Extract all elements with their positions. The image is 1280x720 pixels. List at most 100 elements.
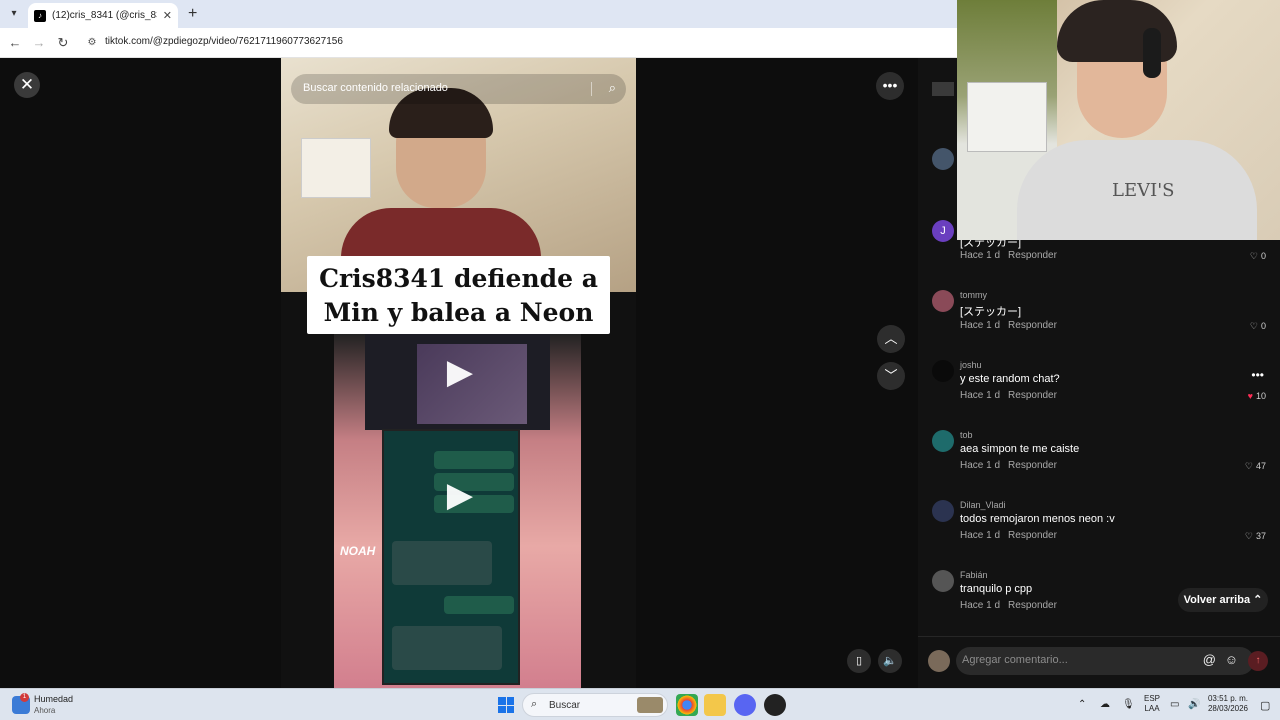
taskbar: 1 Humedad Ahora ⌕ Buscar ⌃ ☁ 🎙 ESP LAA ▭… bbox=[0, 688, 1280, 720]
chrome-icon[interactable] bbox=[676, 694, 698, 716]
play-icon[interactable]: ▶ bbox=[443, 355, 477, 389]
next-video-button[interactable]: ﹀ bbox=[877, 362, 905, 390]
language-indicator[interactable]: ESP LAA bbox=[1144, 694, 1160, 714]
comment-text: y este random chat? bbox=[960, 373, 1060, 385]
close-tab-icon[interactable]: ✕ bbox=[163, 9, 172, 22]
comment-time: Hace 1 d bbox=[960, 390, 1001, 401]
reply-button[interactable]: Responder bbox=[1008, 600, 1057, 611]
chat-bubble bbox=[434, 451, 514, 469]
comment-placeholder: Agregar comentario... bbox=[962, 654, 1068, 666]
video-player[interactable]: Buscar contenido relacionado ⌕ NOAH Cris… bbox=[281, 58, 636, 688]
mention-icon[interactable]: @ bbox=[1203, 652, 1216, 667]
back-icon[interactable]: ← bbox=[6, 34, 24, 52]
comment-text: tranquilo p cpp bbox=[960, 583, 1033, 595]
send-comment-button[interactable]: ↑ bbox=[1248, 651, 1268, 671]
like-button[interactable]: ♡ 0 bbox=[1250, 251, 1266, 262]
new-tab-button[interactable]: + bbox=[188, 5, 197, 23]
reply-button[interactable]: Responder bbox=[1008, 530, 1057, 541]
weather-title[interactable]: Humedad bbox=[34, 694, 73, 704]
comment-meta: Hace 1 d Responder bbox=[960, 320, 1057, 331]
reply-button[interactable]: Responder bbox=[1008, 320, 1057, 331]
comment-username[interactable]: tommy bbox=[960, 290, 987, 300]
comment-meta: Hace 1 d Responder bbox=[960, 460, 1057, 471]
comment-avatar[interactable] bbox=[932, 290, 954, 312]
keyboard-layout: LAA bbox=[1144, 704, 1160, 713]
tab-list-icon[interactable]: ▾ bbox=[6, 6, 22, 22]
like-count: 10 bbox=[1255, 391, 1266, 401]
comment-avatar[interactable] bbox=[932, 570, 954, 592]
heart-filled-icon: ♥ bbox=[1247, 391, 1253, 401]
video-caption: Cris8341 defiende a Min y balea a Neon bbox=[307, 256, 610, 334]
pip-icon[interactable]: ▯ bbox=[847, 649, 871, 673]
comment-username[interactable]: Dilan_Vladi bbox=[960, 500, 1006, 510]
like-button[interactable]: ♡ 37 bbox=[1245, 531, 1266, 542]
comment-username[interactable]: tob bbox=[960, 430, 973, 440]
heart-icon: ♡ bbox=[1249, 321, 1258, 331]
emoji-icon[interactable]: ☺ bbox=[1225, 652, 1238, 667]
chat-bubble bbox=[444, 596, 514, 614]
add-comment-bar: Agregar comentario... @ ☺ ↑ bbox=[918, 636, 1280, 688]
system-clock[interactable]: 03:51 p. m. 28/03/2026 bbox=[1206, 694, 1248, 714]
comment-options-icon[interactable]: ••• bbox=[1251, 368, 1264, 382]
comment-avatar[interactable] bbox=[932, 360, 954, 382]
comment-item: tommy [ステッカー] Hace 1 d Responder ♡ 0 bbox=[932, 290, 1272, 352]
comment-time: Hace 1 d bbox=[960, 600, 1001, 611]
comment-username[interactable]: joshu bbox=[960, 360, 982, 370]
forward-icon[interactable]: → bbox=[30, 34, 48, 52]
comment-item: joshu y este random chat? Hace 1 d Respon… bbox=[932, 360, 1272, 422]
browser-tab[interactable]: ♪ (12)cris_8341 (@cris_8341) | Tik ✕ bbox=[28, 3, 178, 28]
chat-bubble bbox=[392, 541, 492, 585]
reply-button[interactable]: Responder bbox=[1008, 390, 1057, 401]
search-icon[interactable]: ⌕ bbox=[609, 80, 616, 96]
more-options-button[interactable]: ••• bbox=[876, 72, 904, 100]
comment-avatar bbox=[932, 82, 954, 96]
play-icon[interactable]: ▶ bbox=[443, 478, 477, 512]
avatar-letter: J bbox=[940, 225, 946, 237]
comment-time: Hace 1 d bbox=[960, 320, 1001, 331]
caption-line-2: Min y balea a Neon bbox=[323, 298, 594, 327]
reply-button[interactable]: Responder bbox=[1008, 250, 1057, 261]
noah-overlay-label: NOAH bbox=[340, 544, 376, 558]
tray-chevron-icon[interactable]: ⌃ bbox=[1078, 699, 1086, 710]
caption-line-1: Cris8341 defiende a bbox=[319, 264, 598, 293]
comment-text: [ステッカー] bbox=[960, 306, 1022, 318]
webcam-calendar bbox=[967, 82, 1047, 152]
app-icon[interactable] bbox=[764, 694, 786, 716]
comment-input[interactable]: Agregar comentario... @ ☺ bbox=[956, 647, 1254, 675]
reload-icon[interactable]: ↻ bbox=[54, 34, 72, 52]
comment-avatar[interactable]: J bbox=[932, 220, 954, 242]
related-search-bar[interactable]: Buscar contenido relacionado ⌕ bbox=[291, 74, 626, 104]
comment-username[interactable]: Fabián bbox=[960, 570, 988, 580]
discord-icon[interactable] bbox=[734, 694, 756, 716]
screen: ▾ ♪ (12)cris_8341 (@cris_8341) | Tik ✕ +… bbox=[0, 0, 1280, 720]
like-button[interactable]: ♡ 0 bbox=[1250, 321, 1266, 332]
comment-item: tob aea simpon te me caiste Hace 1 d Resp… bbox=[932, 430, 1272, 492]
heart-icon: ♡ bbox=[1244, 531, 1253, 541]
search-icon: ⌕ bbox=[531, 698, 538, 710]
speaker-icon[interactable]: 🔊 bbox=[1188, 699, 1200, 710]
chat-screenshot bbox=[382, 429, 520, 685]
like-button[interactable]: ♥ 10 bbox=[1248, 391, 1266, 401]
taskbar-search[interactable]: ⌕ Buscar bbox=[522, 693, 668, 717]
windows-start-icon[interactable] bbox=[498, 697, 514, 713]
close-video-button[interactable]: ✕ bbox=[14, 72, 40, 98]
volume-icon[interactable]: 🔈 bbox=[878, 649, 902, 673]
comment-avatar[interactable] bbox=[932, 500, 954, 522]
tiktok-icon: ♪ bbox=[34, 9, 46, 22]
previous-video-button[interactable]: ︿ bbox=[877, 325, 905, 353]
reply-button[interactable]: Responder bbox=[1008, 460, 1057, 471]
related-search-placeholder: Buscar contenido relacionado bbox=[303, 82, 448, 94]
site-info-icon[interactable]: ⚙ bbox=[85, 36, 99, 50]
network-icon[interactable]: ▭ bbox=[1170, 699, 1179, 710]
heart-icon: ♡ bbox=[1249, 251, 1258, 261]
like-button[interactable]: ♡ 47 bbox=[1245, 461, 1266, 472]
like-count: 0 bbox=[1260, 321, 1266, 331]
notification-badge: 1 bbox=[20, 693, 29, 702]
folder-icon[interactable] bbox=[704, 694, 726, 716]
microphone-icon[interactable]: 🎙 bbox=[1122, 699, 1135, 710]
notifications-icon[interactable]: ▢ bbox=[1260, 699, 1270, 712]
url-field[interactable]: tiktok.com/@zpdiegozp/video/762171196077… bbox=[105, 36, 343, 47]
back-to-top-button[interactable]: Volver arriba ⌃ bbox=[1178, 588, 1268, 612]
comment-avatar[interactable] bbox=[932, 430, 954, 452]
cloud-icon[interactable]: ☁ bbox=[1100, 699, 1110, 710]
